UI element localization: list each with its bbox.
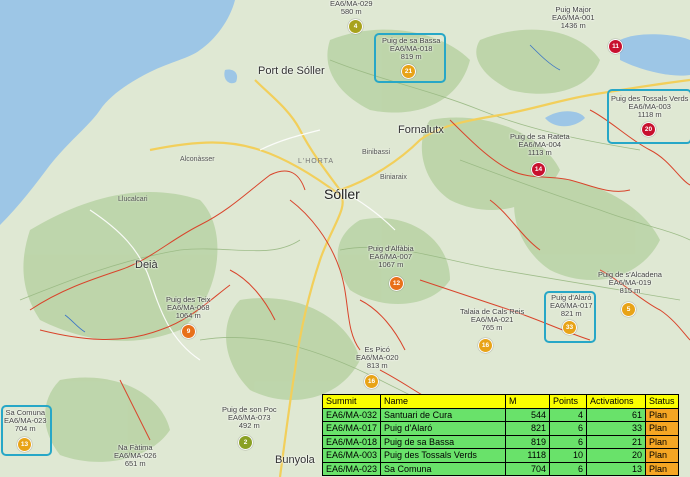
- cell-m: 544: [505, 407, 551, 422]
- sea-west: [0, 0, 235, 225]
- cell-activations: 61: [586, 407, 647, 422]
- summit-plan-table: Summit Name M Points Activations Status …: [321, 394, 679, 476]
- peak-label-es-pico: Es Picó EA6/MA-020 813 m: [356, 345, 399, 370]
- cell-activations: 33: [586, 421, 647, 436]
- summit-marker-puig-major[interactable]: 11: [608, 39, 623, 54]
- table-row: EA6/MA-018 Puig de sa Bassa 819 6 21 Pla…: [321, 434, 679, 449]
- cell-name: Santuari de Cura: [380, 407, 507, 422]
- summit-marker-puig-de-s-alcadena[interactable]: 5: [621, 302, 636, 317]
- peak-label-puig-des-teix: Puig des Teix EA6/MA-068 1064 m: [166, 295, 211, 320]
- cell-status: Plan: [645, 434, 679, 449]
- cell-summit: EA6/MA-003: [321, 448, 382, 463]
- cell-activations: 13: [586, 461, 647, 476]
- cell-status: Plan: [645, 448, 679, 463]
- place-alconasser: Alconàsser: [180, 156, 215, 163]
- cell-status: Plan: [645, 407, 679, 422]
- peak-label-ma-029: EA6/MA-029 580 m: [330, 0, 373, 16]
- peak-label-sa-comuna: Sa Comuna EA6/MA-023 704 m: [4, 408, 47, 433]
- town-soller: Sóller: [324, 186, 360, 202]
- summit-marker-puig-dalfabia[interactable]: 12: [389, 276, 404, 291]
- peak-label-puig-dalfabia: Puig d'Alfàbia EA6/MA-007 1067 m: [368, 244, 414, 269]
- cell-name: Puig d'Alaró: [380, 421, 507, 436]
- cell-name: Puig de sa Bassa: [380, 434, 507, 449]
- peak-label-talaia-de-cals-reis: Talaia de Cals Reis EA6/MA-021 765 m: [460, 307, 525, 332]
- place-biniaraix: Biniaraix: [380, 174, 407, 181]
- summit-marker-puig-de-sa-bassa[interactable]: 21: [401, 64, 416, 79]
- cell-m: 821: [505, 421, 551, 436]
- cell-points: 6: [549, 434, 588, 449]
- town-bunyola: Bunyola: [275, 454, 315, 466]
- cell-m: 704: [505, 461, 551, 476]
- col-header-name: Name: [380, 394, 507, 409]
- cell-points: 10: [549, 448, 588, 463]
- cell-summit: EA6/MA-023: [321, 461, 382, 476]
- place-binibassi: Binibassi: [362, 149, 391, 156]
- summit-marker-talaia-de-cals-reis[interactable]: 16: [478, 338, 493, 353]
- cell-status: Plan: [645, 461, 679, 476]
- summit-marker-puig-des-tossals-verds[interactable]: 20: [641, 122, 656, 137]
- summit-marker-puig-des-teix[interactable]: 9: [181, 324, 196, 339]
- col-header-activations: Activations: [586, 394, 647, 409]
- cell-status: Plan: [645, 421, 679, 436]
- cell-points: 4: [549, 407, 588, 422]
- map-view[interactable]: Port de Sóller Fornalutx Sóller Deià Bun…: [0, 0, 690, 477]
- cell-summit: EA6/MA-032: [321, 407, 382, 422]
- peak-label-puig-major: Puig Major EA6/MA-001 1436 m: [552, 5, 595, 30]
- summit-marker-ma-029[interactable]: 4: [348, 19, 363, 34]
- summit-marker-sa-comuna[interactable]: 13: [17, 437, 32, 452]
- cell-name: Puig des Tossals Verds: [380, 448, 507, 463]
- table-header-row: Summit Name M Points Activations Status: [321, 394, 679, 409]
- summit-marker-puig-de-sa-rateta[interactable]: 14: [531, 162, 546, 177]
- col-header-points: Points: [549, 394, 588, 409]
- town-port-de-soller: Port de Sóller: [258, 65, 325, 77]
- peak-label-puig-dalaro: Puig d'Alaró EA6/MA-017 821 m: [550, 293, 593, 318]
- cell-points: 6: [549, 461, 588, 476]
- col-header-m: M: [505, 394, 551, 409]
- table-row: EA6/MA-017 Puig d'Alaró 821 6 33 Plan: [321, 421, 679, 436]
- peak-label-na-fatima: Na Fàtima EA6/MA-026 651 m: [114, 443, 157, 468]
- col-header-summit: Summit: [321, 394, 382, 409]
- cell-points: 6: [549, 421, 588, 436]
- table-row: EA6/MA-023 Sa Comuna 704 6 13 Plan: [321, 461, 679, 476]
- town-deia: Deià: [135, 259, 158, 271]
- port-bay: [224, 69, 238, 84]
- cell-activations: 20: [586, 448, 647, 463]
- peak-label-puig-de-sa-bassa: Puig de sa Bassa EA6/MA-018 819 m: [382, 36, 441, 61]
- table-row: EA6/MA-003 Puig des Tossals Verds 1118 1…: [321, 448, 679, 463]
- peak-label-puig-de-s-alcadena: Puig de s'Alcadena EA6/MA-019 815 m: [598, 270, 662, 295]
- place-lhorta: L'HORTA: [298, 158, 335, 165]
- summit-marker-puig-dalaro[interactable]: 33: [562, 320, 577, 335]
- peak-label-puig-de-son-poc: Puig de son Poc EA6/MA-073 492 m: [222, 405, 277, 430]
- town-fornalutx: Fornalutx: [398, 124, 444, 136]
- reservoir-gorg-blau: [545, 111, 585, 127]
- cell-name: Sa Comuna: [380, 461, 507, 476]
- cell-m: 1118: [505, 448, 551, 463]
- cell-summit: EA6/MA-018: [321, 434, 382, 449]
- place-llucalcari: Llucalcari: [118, 196, 148, 203]
- col-header-status: Status: [645, 394, 679, 409]
- table-row: EA6/MA-032 Santuari de Cura 544 4 61 Pla…: [321, 407, 679, 422]
- peak-label-puig-de-sa-rateta: Puig de sa Rateta EA6/MA-004 1113 m: [510, 132, 570, 157]
- reservoir-cuber: [620, 34, 690, 76]
- summit-marker-puig-de-son-poc[interactable]: 2: [238, 435, 253, 450]
- cell-summit: EA6/MA-017: [321, 421, 382, 436]
- cell-m: 819: [505, 434, 551, 449]
- summit-marker-es-pico[interactable]: 16: [364, 374, 379, 389]
- cell-activations: 21: [586, 434, 647, 449]
- peak-label-puig-des-tossals-verds: Puig des Tossals Verds EA6/MA-003 1118 m: [611, 94, 689, 119]
